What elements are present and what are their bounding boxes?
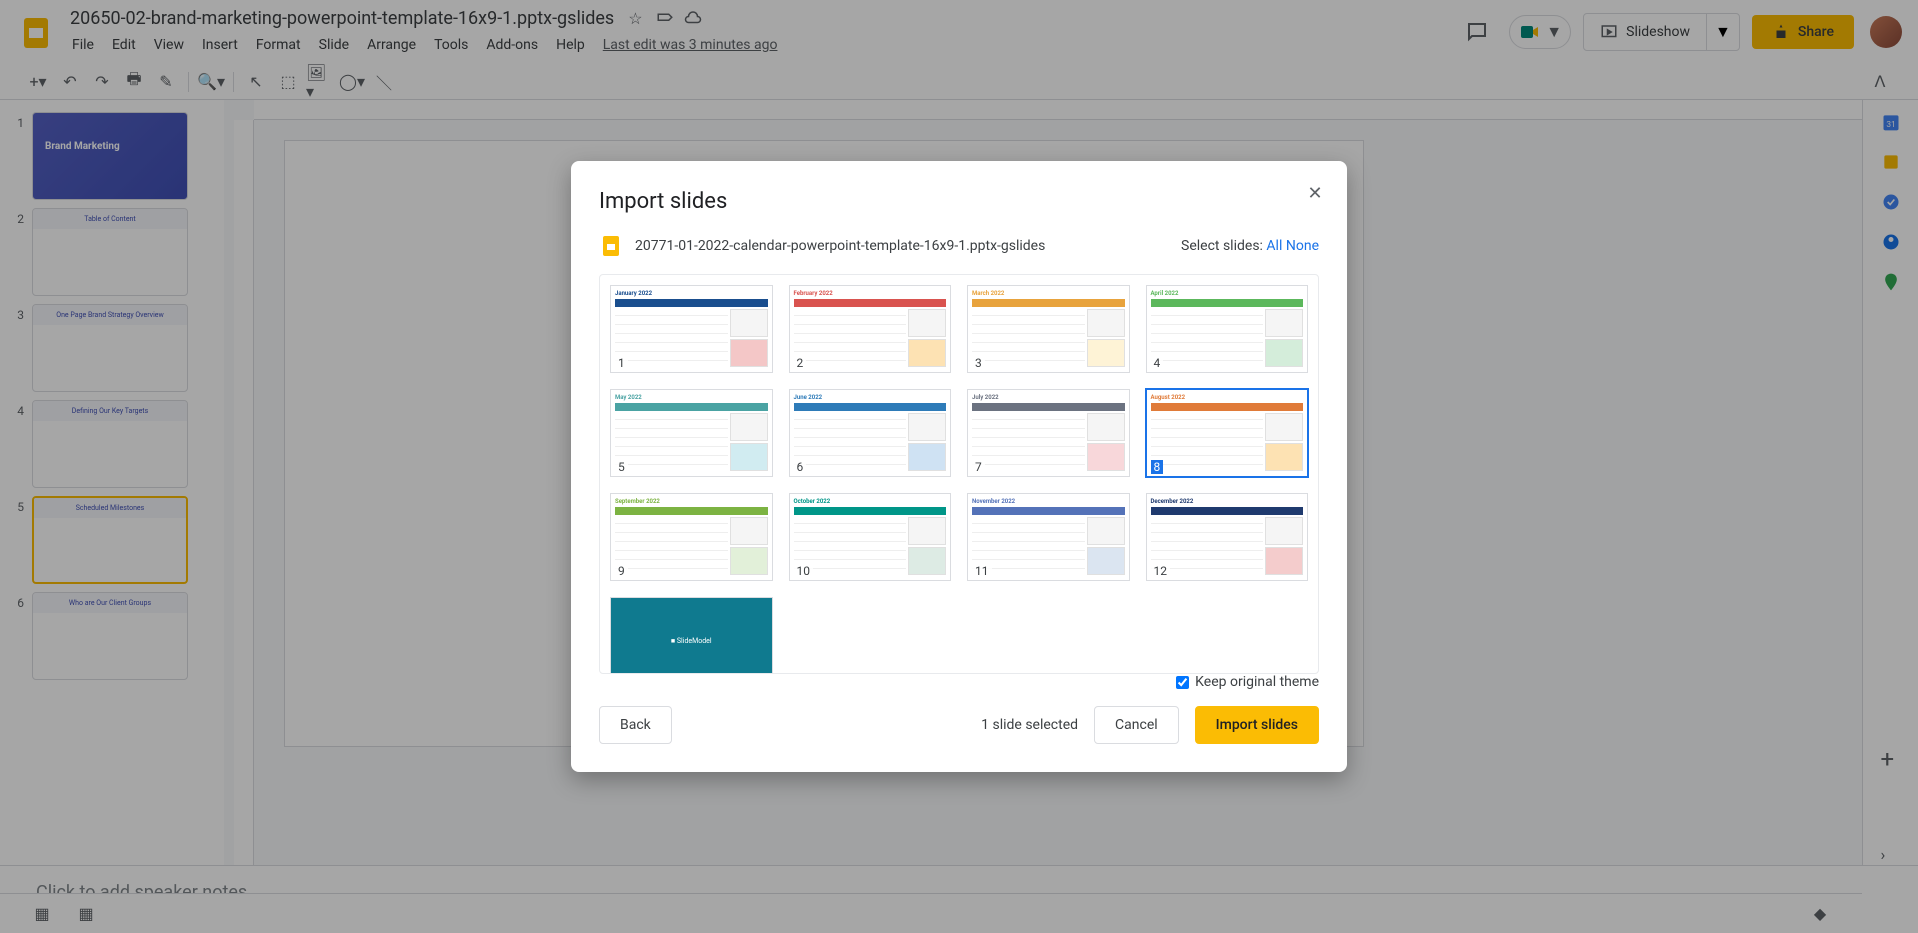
import-slides-button[interactable]: Import slides xyxy=(1195,706,1319,744)
selected-count: 1 slide selected xyxy=(981,717,1078,733)
import-thumb-11[interactable]: November 202211 xyxy=(967,493,1130,581)
select-slides-label: Select slides: All None xyxy=(1181,238,1319,254)
import-thumb-5[interactable]: May 20225 xyxy=(610,389,773,477)
import-thumb-12[interactable]: December 202212 xyxy=(1146,493,1309,581)
select-none-link[interactable]: None xyxy=(1286,238,1319,254)
back-button[interactable]: Back xyxy=(599,706,672,744)
import-thumb-2[interactable]: February 20222 xyxy=(789,285,952,373)
import-thumb-8[interactable]: August 20228 xyxy=(1146,389,1309,477)
import-thumb-4[interactable]: April 20224 xyxy=(1146,285,1309,373)
import-thumb-6[interactable]: June 20226 xyxy=(789,389,952,477)
close-icon[interactable]: ✕ xyxy=(1303,181,1327,205)
modal-overlay: ✕ Import slides 20771-01-2022-calendar-p… xyxy=(0,0,1918,933)
import-slides-dialog: ✕ Import slides 20771-01-2022-calendar-p… xyxy=(571,161,1347,772)
cancel-button[interactable]: Cancel xyxy=(1094,706,1179,744)
import-thumb-7[interactable]: July 20227 xyxy=(967,389,1130,477)
source-file-name: 20771-01-2022-calendar-powerpoint-templa… xyxy=(635,238,1169,254)
import-thumb-3[interactable]: March 20223 xyxy=(967,285,1130,373)
slides-file-icon xyxy=(599,234,623,258)
select-all-link[interactable]: All xyxy=(1266,238,1282,254)
import-thumb-10[interactable]: October 202210 xyxy=(789,493,952,581)
keep-theme-checkbox[interactable] xyxy=(1176,676,1189,689)
import-thumb-9[interactable]: September 20229 xyxy=(610,493,773,581)
import-thumb-13[interactable]: ■ SlideModel xyxy=(610,597,773,674)
keep-theme-label: Keep original theme xyxy=(1195,674,1319,690)
import-thumb-1[interactable]: January 20221 xyxy=(610,285,773,373)
slides-grid: January 20221February 20222March 20223Ap… xyxy=(599,274,1319,674)
dialog-title: Import slides xyxy=(599,189,1319,214)
